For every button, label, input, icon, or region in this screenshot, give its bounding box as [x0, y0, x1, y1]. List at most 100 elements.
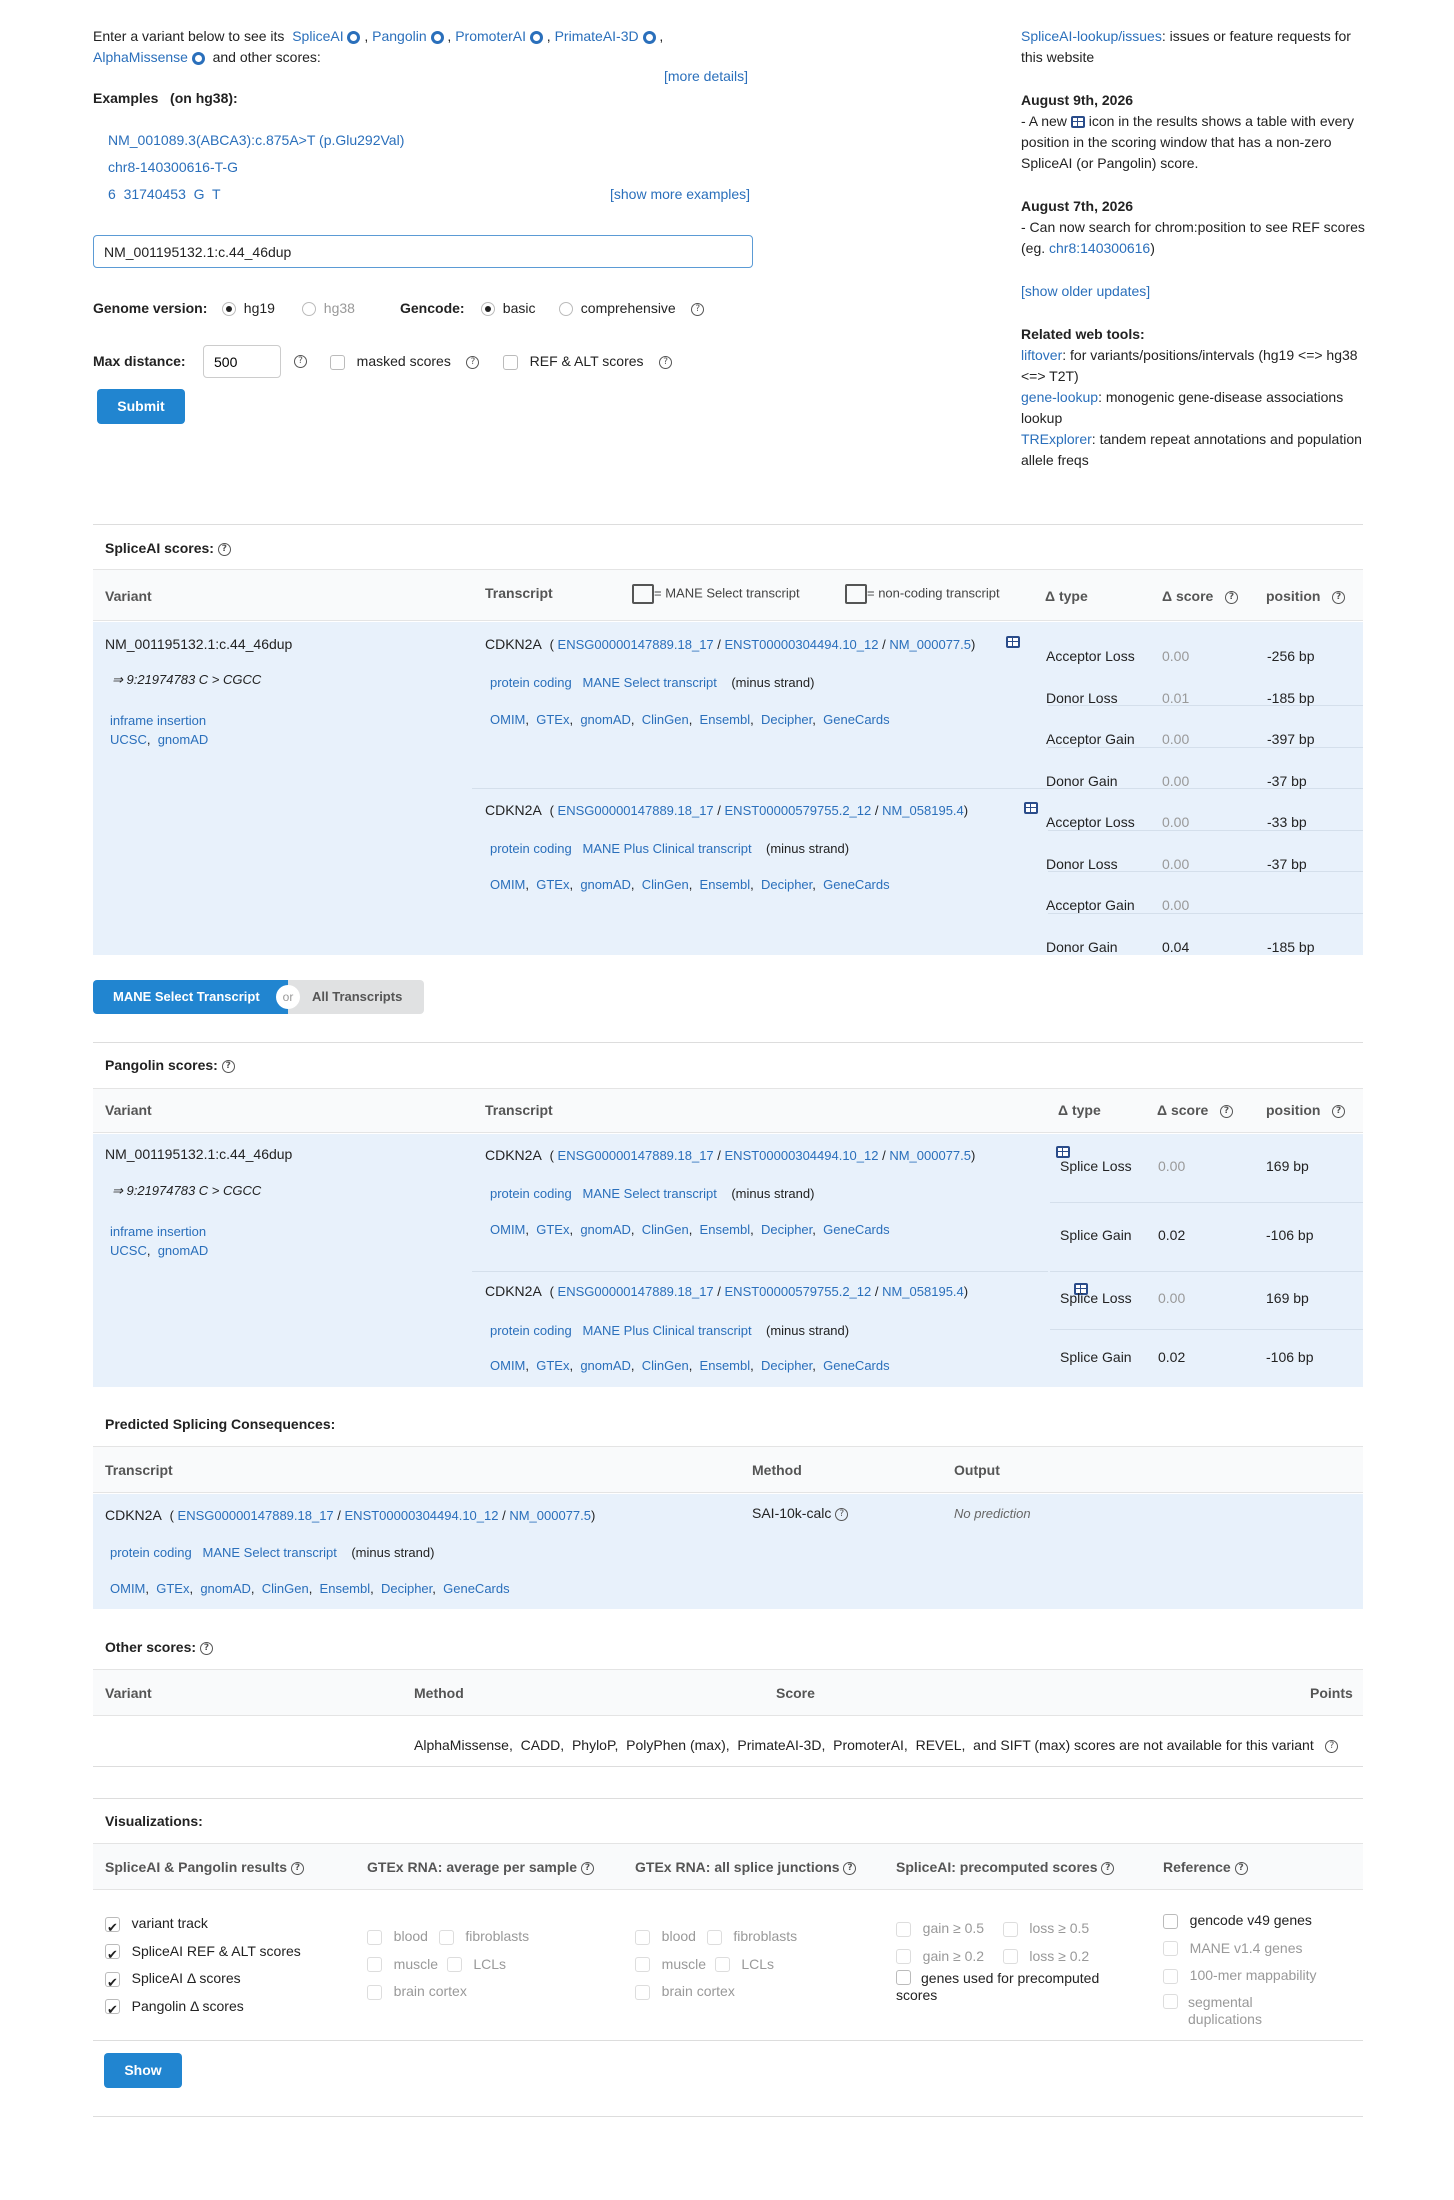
- ensg-link[interactable]: ENSG00000147889.18_17: [558, 1148, 714, 1163]
- viz-option[interactable]: loss ≥ 0.2: [1002, 1948, 1089, 1965]
- radio-comprehensive[interactable]: comprehensive ?: [559, 300, 705, 317]
- viz-option[interactable]: loss ≥ 0.5: [1002, 1920, 1089, 1937]
- table-icon[interactable]: [1006, 636, 1020, 649]
- mane-tag-link[interactable]: MANE Select transcript: [583, 1186, 717, 1201]
- viz-option[interactable]: SpliceAI REF & ALT scores: [105, 1938, 301, 1970]
- show-older-updates-link[interactable]: [show older updates]: [1021, 283, 1150, 299]
- liftover-link[interactable]: liftover: [1021, 347, 1062, 363]
- ensg-link[interactable]: ENSG00000147889.18_17: [558, 637, 714, 652]
- ucsc-link[interactable]: UCSC: [110, 1243, 147, 1258]
- help-icon[interactable]: ?: [835, 1507, 849, 1521]
- mane-select-toggle[interactable]: MANE Select Transcript: [93, 980, 288, 1014]
- mane-tag-link[interactable]: MANE Plus Clinical transcript: [583, 1323, 752, 1338]
- gtex-link[interactable]: GTEx: [156, 1581, 189, 1596]
- enst-link[interactable]: ENST00000304494.10_12: [725, 1148, 879, 1163]
- help-icon[interactable]: ?: [294, 355, 307, 368]
- nm-link[interactable]: NM_000077.5: [509, 1508, 591, 1523]
- viz-option[interactable]: gain ≥ 0.5: [896, 1920, 1003, 1937]
- checkbox[interactable]: [1002, 1949, 1018, 1965]
- radio-button[interactable]: [222, 302, 236, 317]
- viz-option[interactable]: LCLs: [446, 1956, 506, 1973]
- viz-option[interactable]: genes used for precomputed scores: [896, 1970, 1136, 2004]
- mane-tag-link[interactable]: MANE Select transcript: [203, 1545, 337, 1560]
- github-icon[interactable]: [191, 51, 205, 65]
- gene-lookup-link[interactable]: gene-lookup: [1021, 389, 1098, 405]
- biotype-link[interactable]: protein coding: [490, 675, 572, 690]
- masked-scores-checkbox[interactable]: masked scores ?: [330, 353, 480, 370]
- mane-tag-link[interactable]: MANE Plus Clinical transcript: [583, 841, 752, 856]
- checkbox[interactable]: [503, 354, 518, 370]
- gtex-link[interactable]: GTEx: [536, 877, 569, 892]
- gnomad-link[interactable]: gnomAD: [580, 877, 631, 892]
- viz-option[interactable]: SpliceAI Δ scores: [105, 1965, 301, 1997]
- help-icon[interactable]: ?: [843, 1861, 857, 1875]
- variant-effect-link[interactable]: inframe insertion: [110, 713, 206, 728]
- table-icon[interactable]: [1023, 802, 1038, 815]
- omim-link[interactable]: OMIM: [490, 1222, 525, 1237]
- example-link[interactable]: 6 31740453 G T: [108, 186, 221, 202]
- genecards-link[interactable]: GeneCards: [823, 1222, 889, 1237]
- checkbox[interactable]: [1163, 1968, 1178, 1984]
- help-icon[interactable]: ?: [221, 1059, 235, 1073]
- checkbox[interactable]: [635, 1929, 650, 1945]
- checkbox[interactable]: [635, 1984, 650, 2000]
- promoterai-link[interactable]: PromoterAI: [455, 28, 526, 44]
- radio-basic[interactable]: basic: [481, 300, 535, 317]
- ensg-link[interactable]: ENSG00000147889.18_17: [558, 1284, 714, 1299]
- all-transcripts-toggle[interactable]: All Transcripts: [288, 980, 424, 1014]
- checkbox[interactable]: [1163, 1913, 1178, 1929]
- decipher-link[interactable]: Decipher: [761, 1358, 812, 1373]
- enst-link[interactable]: ENST00000304494.10_12: [725, 637, 879, 652]
- omim-link[interactable]: OMIM: [490, 877, 525, 892]
- radio-hg38[interactable]: hg38: [302, 300, 355, 317]
- omim-link[interactable]: OMIM: [490, 1358, 525, 1373]
- variant-effect-link[interactable]: inframe insertion: [110, 1224, 206, 1239]
- checkbox[interactable]: [896, 1921, 911, 1937]
- ensembl-link[interactable]: Ensembl: [700, 712, 751, 727]
- show-more-examples-link[interactable]: [show more examples]: [610, 186, 750, 202]
- ref-alt-scores-checkbox[interactable]: REF & ALT scores ?: [503, 353, 673, 370]
- github-icon[interactable]: [347, 30, 361, 44]
- github-icon[interactable]: [529, 30, 543, 44]
- checkbox[interactable]: [896, 1970, 911, 1985]
- help-icon[interactable]: ?: [580, 1861, 594, 1875]
- checkbox[interactable]: [367, 1984, 382, 2000]
- checkbox[interactable]: [706, 1929, 722, 1945]
- nm-link[interactable]: NM_058195.4: [882, 1284, 964, 1299]
- enst-link[interactable]: ENST00000579755.2_12: [725, 803, 872, 818]
- radio-button[interactable]: [481, 302, 495, 317]
- nm-link[interactable]: NM_000077.5: [889, 1148, 971, 1163]
- help-icon[interactable]: ?: [290, 1861, 304, 1875]
- primateai-link[interactable]: PrimateAI-3D: [555, 28, 639, 44]
- help-icon[interactable]: ?: [1332, 590, 1346, 604]
- biotype-link[interactable]: protein coding: [490, 1323, 572, 1338]
- checkbox[interactable]: [367, 1929, 382, 1945]
- checkbox[interactable]: [896, 1949, 911, 1965]
- clingen-link[interactable]: ClinGen: [642, 1222, 689, 1237]
- github-icon[interactable]: [430, 30, 444, 44]
- enst-link[interactable]: ENST00000304494.10_12: [345, 1508, 499, 1523]
- checkbox[interactable]: [438, 1929, 454, 1945]
- issues-link[interactable]: SpliceAI-lookup/issues: [1021, 28, 1162, 44]
- checkbox[interactable]: [1163, 1993, 1178, 2009]
- help-icon[interactable]: ?: [1219, 1104, 1233, 1118]
- radio-button[interactable]: [302, 302, 316, 317]
- decipher-link[interactable]: Decipher: [761, 1222, 812, 1237]
- viz-option[interactable]: LCLs: [714, 1956, 774, 1973]
- example-position-link[interactable]: chr8:140300616: [1049, 240, 1150, 256]
- viz-option[interactable]: muscle: [367, 1956, 447, 1973]
- trexplorer-link[interactable]: TRExplorer: [1021, 431, 1092, 447]
- help-icon[interactable]: ?: [1325, 1739, 1339, 1753]
- nm-link[interactable]: NM_058195.4: [882, 803, 964, 818]
- example-link[interactable]: NM_001089.3(ABCA3):c.875A>T (p.Glu292Val…: [108, 132, 404, 148]
- help-icon[interactable]: ?: [1101, 1861, 1115, 1875]
- viz-option[interactable]: Pangolin Δ scores: [105, 1993, 301, 2025]
- help-icon[interactable]: ?: [691, 302, 705, 316]
- clingen-link[interactable]: ClinGen: [642, 877, 689, 892]
- viz-option[interactable]: MANE v1.4 genes: [1163, 1935, 1353, 1963]
- viz-option[interactable]: brain cortex: [367, 1978, 529, 2006]
- omim-link[interactable]: OMIM: [490, 712, 525, 727]
- spliceai-link[interactable]: SpliceAI: [292, 28, 343, 44]
- help-icon[interactable]: ?: [1234, 1861, 1248, 1875]
- radio-hg19[interactable]: hg19: [222, 300, 275, 317]
